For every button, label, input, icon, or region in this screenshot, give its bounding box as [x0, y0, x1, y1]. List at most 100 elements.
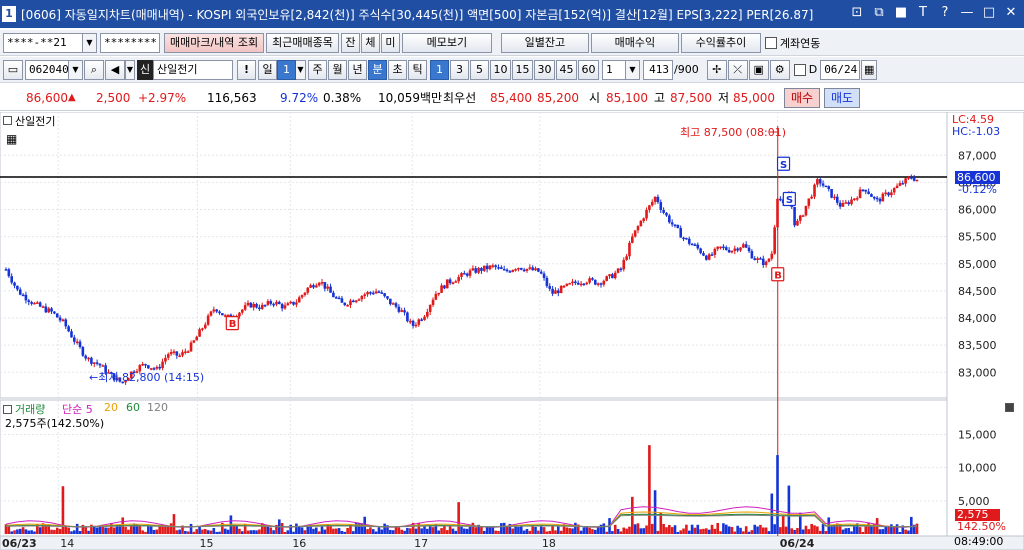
candle-body [508, 271, 512, 273]
price-pane-menu-icon[interactable] [3, 116, 12, 125]
candle-body [662, 210, 665, 213]
interval-5-button[interactable]: 5 [470, 59, 489, 80]
candle-body [776, 198, 779, 228]
interval-30-button[interactable]: 30 [534, 59, 555, 80]
candle-body [833, 196, 836, 199]
period-month-button[interactable]: 월 [328, 59, 347, 80]
period-year-button[interactable]: 년 [348, 59, 367, 80]
volume-pane-expand-icon[interactable] [1005, 403, 1014, 412]
help-icon[interactable]: ? [936, 4, 954, 22]
price-volume-chart[interactable]: 87,00086,50086,00085,50085,00084,50084,0… [0, 112, 1024, 550]
candle-body [195, 336, 199, 341]
date-checkbox[interactable] [793, 63, 806, 76]
volume-pane-menu-icon[interactable] [3, 405, 12, 414]
candle-body [144, 363, 147, 366]
count-input[interactable]: 1 [602, 59, 626, 80]
calendar-icon[interactable]: ▦ [861, 59, 878, 80]
account-link-checkbox[interactable] [764, 36, 777, 49]
candle-body [696, 244, 700, 249]
link-icon[interactable]: ⊡ [848, 4, 866, 22]
stock-name-field[interactable]: 산일전기 [153, 59, 233, 80]
period-day-button[interactable]: 일 [258, 59, 277, 80]
daily-balance-button[interactable]: 일별잔고 [500, 32, 589, 53]
interval-60-button[interactable]: 60 [578, 59, 599, 80]
volume-bar [713, 528, 717, 534]
volume-bar [431, 527, 435, 534]
candle-body [500, 267, 503, 269]
period-count-dropdown-icon[interactable]: ▼ [296, 59, 306, 80]
font-size-icon[interactable]: T [914, 4, 932, 22]
volume-bar [850, 531, 853, 534]
copy-window-icon[interactable]: ⧉ [870, 4, 888, 22]
save-icon[interactable]: ▣ [748, 59, 769, 80]
candle-body [588, 278, 591, 283]
candle-body [21, 294, 25, 297]
crosshair-icon[interactable]: ✢ [706, 59, 727, 80]
period-second-button[interactable]: 초 [388, 59, 407, 80]
interval-45-button[interactable]: 45 [556, 59, 577, 80]
open-price: 85,100 [606, 91, 648, 105]
minimize-icon[interactable]: — [958, 4, 976, 22]
candle-body [594, 279, 597, 285]
account-input[interactable]: ****-**21 [3, 32, 83, 53]
count-dropdown-icon[interactable]: ▼ [626, 59, 640, 80]
volume-bar [465, 528, 469, 534]
trend-tool-icon[interactable]: ⤫ [727, 59, 748, 80]
candle-body [901, 183, 905, 185]
volume-bar [152, 529, 156, 534]
candle-body [258, 307, 261, 310]
interval-15-button[interactable]: 15 [512, 59, 533, 80]
candle-body [596, 283, 600, 285]
stock-info-button[interactable]: ! [237, 59, 256, 80]
stock-code-dropdown-icon[interactable]: ▼ [69, 59, 83, 80]
interval-10-button[interactable]: 10 [490, 59, 511, 80]
date-input[interactable]: 06/24 [820, 59, 861, 80]
period-tick-button[interactable]: 틱 [408, 59, 427, 80]
volume-bar [556, 526, 560, 534]
volume-bar [323, 529, 327, 534]
period-minute-button[interactable]: 분 [368, 59, 387, 80]
candle-body [713, 248, 717, 255]
range-input[interactable]: 413 [643, 59, 673, 80]
candle-body [858, 189, 862, 199]
balance-button[interactable]: 잔 [340, 32, 360, 53]
volume-bar [155, 529, 159, 534]
buy-button[interactable]: 매수 [784, 88, 820, 108]
maximize-icon[interactable]: □ [980, 4, 998, 22]
interval-1-button[interactable]: 1 [430, 59, 449, 80]
pin-icon[interactable]: ■ [892, 4, 910, 22]
candle-body [53, 311, 56, 314]
trade-profit-button[interactable]: 매매수익 [590, 32, 679, 53]
executed-button[interactable]: 체 [360, 32, 380, 53]
price-tick-label: 84,500 [958, 285, 997, 298]
settings-gear-icon[interactable]: ⚙ [769, 59, 790, 80]
trade-mark-query-button[interactable]: 매매마크/내역 조회 [164, 32, 265, 53]
candle-body [827, 186, 831, 189]
sell-button[interactable]: 매도 [824, 88, 860, 108]
chart-area[interactable]: 87,00086,50086,00085,50085,00084,50084,0… [0, 112, 1024, 550]
price-pane-grid-icon[interactable]: ▦ [6, 132, 17, 146]
volume-bar [403, 530, 406, 534]
stock-code-input[interactable]: 062040 [25, 59, 69, 80]
volume-bar [209, 530, 213, 534]
password-input[interactable]: ******** [100, 32, 160, 53]
search-icon[interactable]: ⌕ [84, 59, 104, 80]
period-count-field[interactable]: 1 [277, 59, 296, 80]
speaker-dropdown-icon[interactable]: ▼ [125, 59, 135, 80]
volume-bar [21, 527, 25, 534]
candle-body [910, 177, 913, 179]
memo-view-button[interactable]: 메모보기 [401, 32, 492, 53]
candle-body [246, 302, 250, 306]
period-week-button[interactable]: 주 [308, 59, 327, 80]
candle-body [90, 357, 93, 364]
return-trend-button[interactable]: 수익률추이 [680, 32, 761, 53]
account-dropdown-icon[interactable]: ▼ [83, 32, 97, 53]
window-number-icon[interactable]: 1 [2, 6, 16, 22]
layout-icon[interactable]: ▭ [3, 59, 23, 80]
volume-bar [750, 530, 754, 534]
interval-3-button[interactable]: 3 [450, 59, 469, 80]
unexecuted-button[interactable]: 미 [380, 32, 400, 53]
speaker-icon[interactable]: ◀ [105, 59, 125, 80]
recent-trades-button[interactable]: 최근매매종목 [266, 32, 339, 53]
close-icon[interactable]: ✕ [1002, 4, 1020, 22]
